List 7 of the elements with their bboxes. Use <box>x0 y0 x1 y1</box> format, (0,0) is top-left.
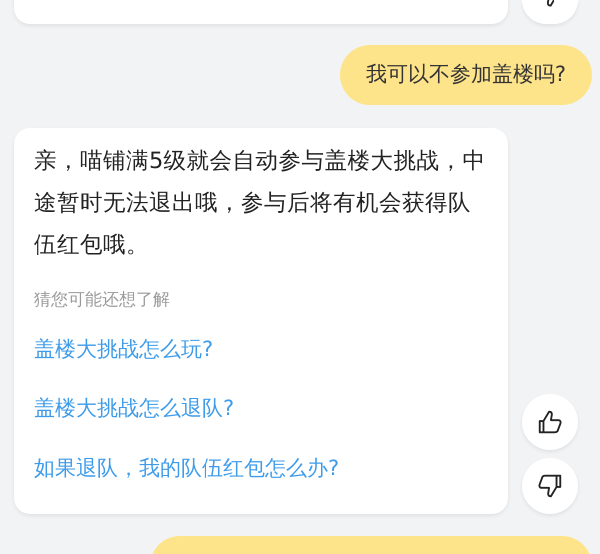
suggestion-link[interactable]: 盖楼大挑战怎么玩? <box>34 334 488 365</box>
thumbs-up-icon <box>536 408 564 436</box>
suggestion-heading: 猜您可能还想了解 <box>34 289 171 312</box>
suggestion-link[interactable]: 如果退队，我的队伍红包怎么办? <box>34 452 488 484</box>
user-message: 我可以不参加盖楼吗? <box>340 45 592 105</box>
suggestion-link[interactable]: 盖楼大挑战怎么退队? <box>34 393 488 424</box>
bot-message: 亲，喵铺满5级就会自动参与盖楼大挑战，中途暂时无法退出哦，参与后将有机会获得队伍红包哦。 <box>34 147 486 260</box>
